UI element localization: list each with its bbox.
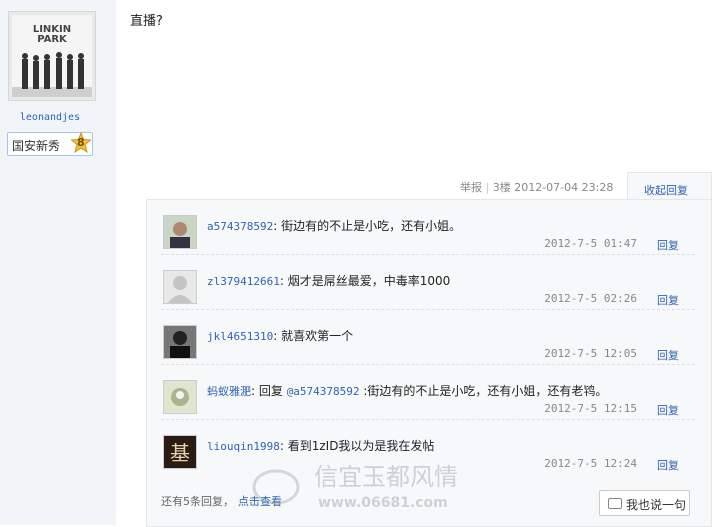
reply-author[interactable]: jkl4651310 <box>207 330 273 343</box>
rank-label: 国安新秀 <box>12 139 61 153</box>
reply-button[interactable]: 回复 <box>657 347 679 363</box>
say-something-button[interactable]: 我也说一句 <box>599 490 690 516</box>
mention-link[interactable]: @a574378592 <box>287 385 360 398</box>
reply-time: 2012-7-5 01:47 <box>544 237 637 250</box>
reply-time: 2012-7-5 12:15 <box>544 402 637 415</box>
reply-author[interactable]: liouqin1998 <box>207 440 280 453</box>
reply-text: 就喜欢第一个 <box>281 329 354 343</box>
reply-button[interactable]: 回复 <box>657 237 679 253</box>
reply-text: 烟才是屌丝最爱，中毒率1000 <box>287 274 451 288</box>
comment-icon <box>608 498 622 509</box>
svg-text:基: 基 <box>170 441 190 465</box>
avatar[interactable] <box>163 380 197 414</box>
reply-author[interactable]: zl379412661 <box>207 275 280 288</box>
avatar[interactable] <box>163 325 197 359</box>
avatar[interactable]: 基 <box>163 435 197 469</box>
reply-text: :街边有的不止是小吃，还有小姐，还有老鸨。 <box>363 384 608 398</box>
collapse-replies-label: 收起回复 <box>644 184 688 197</box>
watermark-url: www.06681.com <box>318 495 448 511</box>
reply-text: 看到1zID我以为是我在发帖 <box>287 439 435 453</box>
reply-time: 2012-7-5 02:26 <box>544 292 637 305</box>
report-link[interactable]: 举报 <box>460 181 482 194</box>
watermark-title: 信宜玉都风情 <box>314 463 458 491</box>
post-meta: 举报 | 3楼 2012-07-04 23:28 <box>460 181 614 194</box>
floor-number: 3楼 <box>492 181 511 194</box>
reply-button[interactable]: 回复 <box>657 292 679 308</box>
avatar[interactable] <box>163 215 197 249</box>
reply-time: 2012-7-5 12:24 <box>544 457 637 470</box>
more-replies-text: 还有5条回复， <box>161 495 234 508</box>
rank-badge[interactable]: 国安新秀 8 <box>7 132 93 156</box>
list-item: a574378592: 街边有的不止是小吃，还有小姐。 2012-7-5 01:… <box>161 200 695 255</box>
say-something-label: 我也说一句 <box>626 498 687 512</box>
username-link[interactable]: leonandjes <box>0 112 100 123</box>
star-level-icon: 8 <box>70 132 92 154</box>
band-silhouettes <box>12 52 92 97</box>
reply-author[interactable]: 蚂蚁雅淝 <box>207 385 251 398</box>
collapse-replies-tab[interactable]: 收起回复 <box>627 172 712 201</box>
list-item: jkl4651310: 就喜欢第一个 2012-7-5 12:05 回复 <box>161 310 695 365</box>
user-avatar[interactable]: LINKIN PARK <box>8 11 96 101</box>
reply-author[interactable]: a574378592 <box>207 220 273 233</box>
reply-button[interactable]: 回复 <box>657 402 679 418</box>
reply-time: 2012-7-5 12:05 <box>544 347 637 360</box>
list-item: zl379412661: 烟才是屌丝最爱，中毒率1000 2012-7-5 02… <box>161 255 695 310</box>
reply-text: 街边有的不止是小吃，还有小姐。 <box>281 219 462 233</box>
user-sidebar: LINKIN PARK leonandjes 国安新秀 8 <box>0 0 116 525</box>
rank-level: 8 <box>77 136 85 149</box>
reply-button[interactable]: 回复 <box>657 457 679 473</box>
post-datetime: 2012-07-04 23:28 <box>514 181 614 194</box>
site-watermark: 信宜玉都风情 www.06681.com <box>246 457 496 517</box>
list-item: 蚂蚁雅淝: 回复 @a574378592 :街边有的不止是小吃，还有小姐，还有老… <box>161 365 695 420</box>
avatar[interactable] <box>163 270 197 304</box>
reply-prefix: 回复 <box>258 384 287 398</box>
post-content: 直播? <box>130 14 163 29</box>
